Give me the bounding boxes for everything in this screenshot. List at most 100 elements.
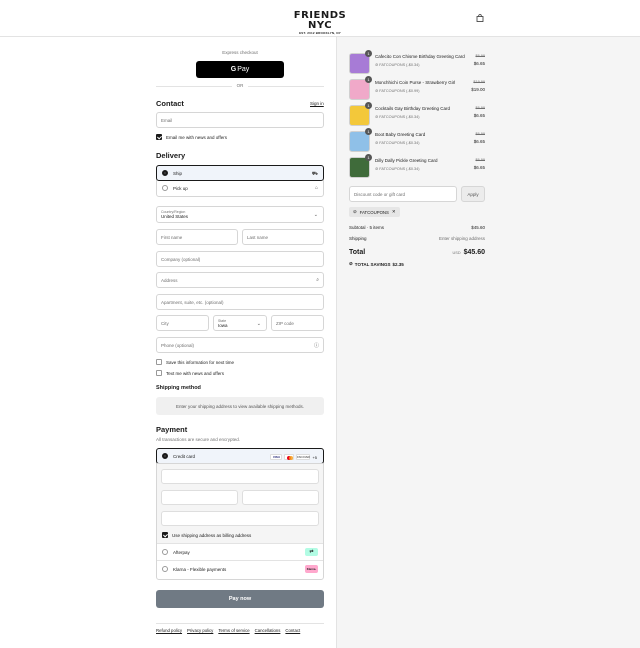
company-placeholder: Company (optional): [161, 256, 201, 262]
total-amount: USD $45.60: [453, 249, 485, 256]
security-code-field[interactable]: [242, 490, 319, 505]
quantity-badge: 1: [365, 50, 372, 57]
discount-code-input[interactable]: Discount code or gift card: [349, 186, 457, 202]
name-on-card-field[interactable]: [161, 511, 319, 526]
shopping-bag-icon[interactable]: [476, 14, 484, 22]
total-savings: ⊘ TOTAL SAVINGS $2.35: [349, 261, 404, 267]
text-news-checkbox[interactable]: [156, 370, 162, 376]
item-name: Cafecito Con Chisme Birthday Greeting Ca…: [375, 54, 465, 59]
terms-of-service-link[interactable]: Terms of service: [218, 628, 249, 633]
quantity-badge: 1: [365, 128, 372, 135]
credit-card-label: Credit card: [173, 453, 196, 459]
quantity-badge: 1: [365, 154, 372, 161]
chevron-down-icon: ⌄: [256, 321, 261, 327]
email-news-checkbox-row[interactable]: Email me with news and offers: [156, 134, 227, 140]
pickup-radio[interactable]: [162, 185, 168, 191]
quantity-badge: 1: [365, 76, 372, 83]
order-summary-panel: [336, 37, 640, 648]
contact-link[interactable]: Contact: [285, 628, 300, 633]
payment-options: Credit card VISA DISCOVER +5 Use shippin…: [156, 448, 324, 580]
payment-option-afterpay[interactable]: Afterpay ⇄: [157, 543, 323, 560]
payment-subtitle: All transactions are secure and encrypte…: [156, 437, 241, 442]
email-field[interactable]: Email: [156, 112, 324, 128]
afterpay-radio[interactable]: [162, 549, 168, 555]
billing-address-label: Use shipping address as billing address: [172, 532, 252, 538]
coupon-code: FATCOUPONS: [359, 209, 389, 215]
klarna-label: Klarna - Flexible payments: [173, 566, 227, 572]
truck-icon: ⛟: [311, 171, 318, 177]
discover-icon: DISCOVER: [296, 454, 311, 460]
email-placeholder: Email: [161, 117, 173, 123]
item-price: $6.65: [473, 113, 485, 118]
refund-policy-link[interactable]: Refund policy: [156, 628, 182, 633]
payment-option-credit-card[interactable]: Credit card VISA DISCOVER +5: [156, 448, 324, 464]
discount-code-placeholder: Discount code or gift card: [354, 191, 406, 197]
item-price: $6.65: [473, 61, 485, 66]
privacy-policy-link[interactable]: Privacy policy: [187, 628, 213, 633]
shipping-method-info: Enter your shipping address to view avai…: [156, 397, 324, 415]
google-pay-button[interactable]: G Pay: [196, 61, 284, 78]
klarna-radio[interactable]: [162, 566, 168, 572]
savings-label: TOTAL SAVINGS: [354, 261, 391, 267]
payment-option-klarna[interactable]: Klarna - Flexible payments Klarna.: [157, 560, 323, 577]
pickup-label: Pick up: [173, 185, 188, 191]
item-discount: ⊘ FATCOUPONS (-$0.34): [375, 140, 419, 145]
payment-title: Payment: [156, 425, 188, 434]
billing-address-checkbox[interactable]: [162, 532, 168, 538]
logo[interactable]: FRIENDS NYC EST. 2012 BROOKLYN, NY: [289, 11, 351, 36]
state-value: Iowa: [218, 322, 228, 328]
ship-radio[interactable]: [162, 170, 168, 176]
phone-field[interactable]: Phone (optional) ⓘ: [156, 337, 324, 353]
item-price: $6.65: [473, 139, 485, 144]
address-placeholder: Address: [161, 277, 178, 283]
state-select[interactable]: State Iowa ⌄: [213, 315, 267, 331]
header: FRIENDS NYC EST. 2012 BROOKLYN, NY: [0, 0, 640, 37]
store-icon: ⌂: [314, 185, 318, 191]
cancellations-link[interactable]: Cancellations: [255, 628, 281, 633]
shipping-method-title: Shipping method: [156, 385, 201, 391]
city-field[interactable]: City: [156, 315, 209, 331]
visa-icon: VISA: [270, 454, 283, 460]
gpay-label: Pay: [237, 66, 250, 73]
help-circle-icon[interactable]: ⓘ: [314, 342, 319, 349]
company-field[interactable]: Company (optional): [156, 251, 324, 267]
delivery-options: Ship ⛟ Pick up ⌂: [156, 165, 324, 197]
email-news-checkbox[interactable]: [156, 134, 162, 140]
apply-button[interactable]: Apply: [461, 186, 485, 202]
quantity-badge: 1: [365, 102, 372, 109]
last-name-placeholder: Last name: [247, 234, 269, 240]
item-discount-text: FATCOUPONS (-$0.34): [379, 115, 420, 119]
total-value: $45.60: [463, 249, 485, 256]
apartment-field[interactable]: Apartment, suite, etc. (optional): [156, 294, 324, 310]
billing-address-row[interactable]: Use shipping address as billing address: [162, 532, 251, 538]
pay-now-button[interactable]: Pay now: [156, 590, 324, 608]
zip-placeholder: ZIP code: [276, 320, 294, 326]
item-name: Monchhichi Coin Purse - Strawberry Girl: [375, 80, 456, 85]
expiration-field[interactable]: [161, 490, 238, 505]
item-original-price: $19.99: [473, 80, 485, 84]
first-name-placeholder: First name: [161, 234, 183, 240]
save-info-row[interactable]: Save this information for next time: [156, 359, 234, 365]
order-item: 1 Monchhichi Coin Purse - Strawberry Gir…: [349, 76, 485, 101]
text-news-row[interactable]: Text me with news and offers: [156, 370, 224, 376]
last-name-field[interactable]: Last name: [242, 229, 324, 245]
country-select[interactable]: Country/Region United States ⌄: [156, 206, 324, 223]
zip-field[interactable]: ZIP code: [271, 315, 324, 331]
save-info-checkbox[interactable]: [156, 359, 162, 365]
credit-card-radio[interactable]: [162, 453, 168, 459]
order-item: 1 Cocktails Gay Birthday Greeting Card ⊘…: [349, 102, 485, 127]
card-number-field[interactable]: [161, 469, 319, 484]
sign-in-link[interactable]: Sign in: [310, 101, 324, 106]
order-item: 1 Boot Baby Greeting Card ⊘ FATCOUPONS (…: [349, 128, 485, 153]
item-discount: ⊘ FATCOUPONS (-$0.34): [375, 62, 419, 67]
first-name-field[interactable]: First name: [156, 229, 238, 245]
delivery-option-ship[interactable]: Ship ⛟: [156, 165, 324, 181]
delivery-option-pickup[interactable]: Pick up ⌂: [157, 180, 323, 196]
remove-coupon-icon[interactable]: ✕: [392, 209, 396, 215]
or-divider: OR: [156, 83, 324, 89]
item-discount-text: FATCOUPONS (-$0.34): [379, 63, 420, 67]
credit-card-form: Use shipping address as billing address: [157, 463, 323, 543]
address-field[interactable]: Address ⌕: [156, 272, 324, 288]
total-row: Total USD $45.60: [349, 249, 485, 256]
footer-links: Refund policy Privacy policy Terms of se…: [156, 628, 300, 633]
